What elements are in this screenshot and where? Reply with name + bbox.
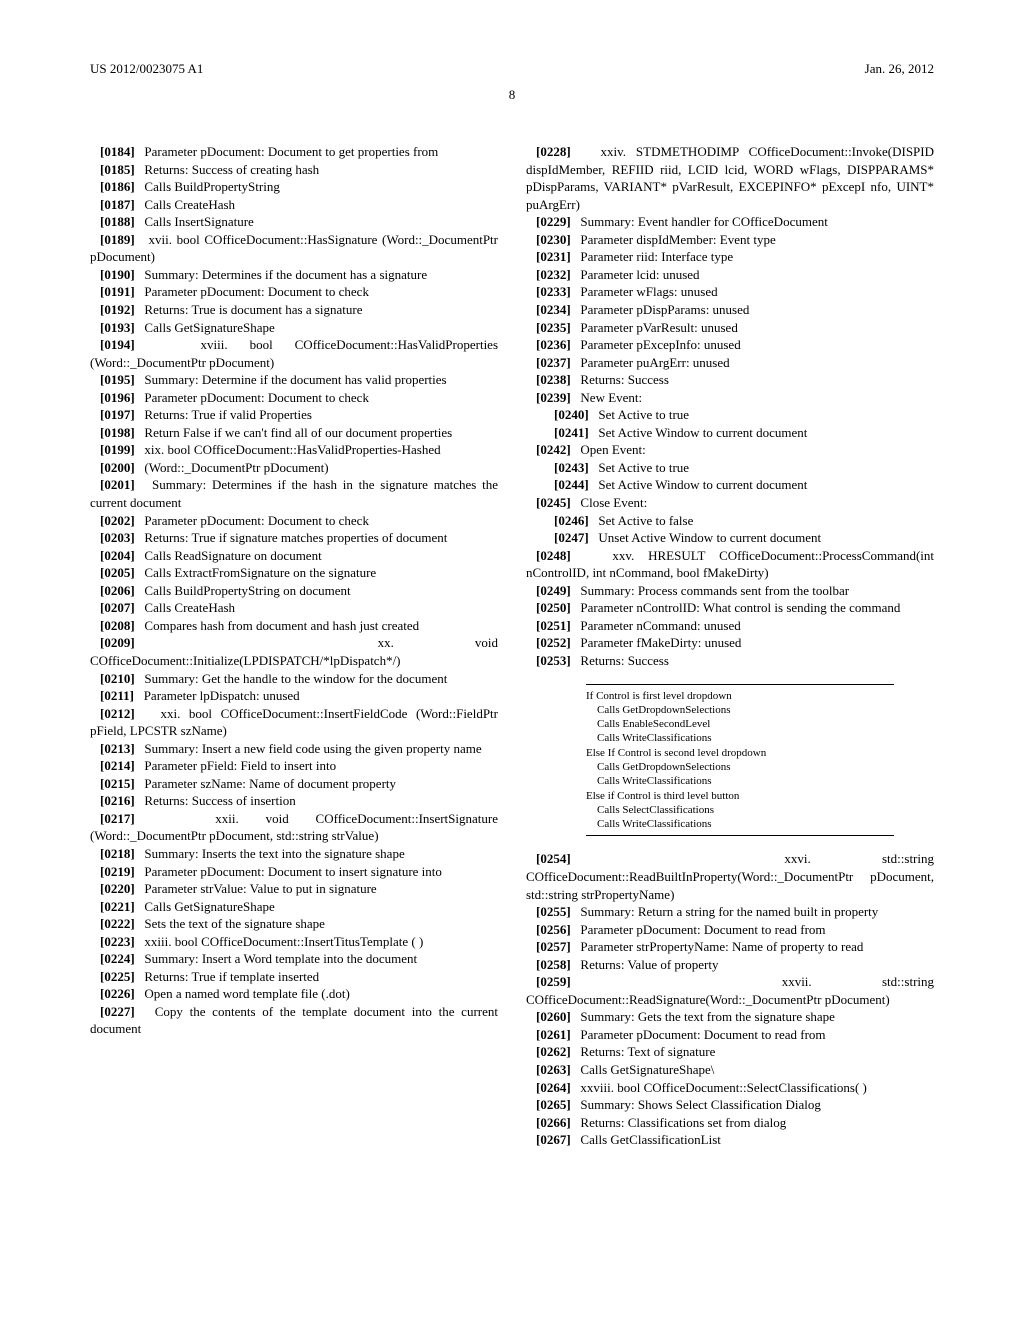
para: [0221] Calls GetSignatureShape: [90, 898, 498, 916]
para: [0247] Unset Active Window to current do…: [544, 529, 934, 547]
para: [0233] Parameter wFlags: unused: [526, 283, 934, 301]
para: [0258] Returns: Value of property: [526, 956, 934, 974]
para: [0223] xxiii. bool COfficeDocument::Inse…: [90, 933, 498, 951]
para: [0260] Summary: Gets the text from the s…: [526, 1008, 934, 1026]
para: [0202] Parameter pDocument: Document to …: [90, 512, 498, 530]
para: [0188] Calls InsertSignature: [90, 213, 498, 231]
para: [0204] Calls ReadSignature on document: [90, 547, 498, 565]
para: [0195] Summary: Determine if the documen…: [90, 371, 498, 389]
para: [0244] Set Active Window to current docu…: [544, 476, 934, 494]
para: [0245] Close Event:: [526, 494, 934, 512]
para: [0184] Parameter pDocument: Document to …: [90, 143, 498, 161]
para: [0257] Parameter strPropertyName: Name o…: [526, 938, 934, 956]
para: [0267] Calls GetClassificationList: [526, 1131, 934, 1149]
para: [0255] Summary: Return a string for the …: [526, 903, 934, 921]
para: [0238] Returns: Success: [526, 371, 934, 389]
para: [0230] Parameter dispIdMember: Event typ…: [526, 231, 934, 249]
page-header: US 2012/0023075 A1 Jan. 26, 2012: [90, 60, 934, 78]
para: [0212] xxi. bool COfficeDocument::Insert…: [90, 705, 498, 740]
publication-number: US 2012/0023075 A1: [90, 60, 203, 78]
para: [0200] (Word::_DocumentPtr pDocument): [90, 459, 498, 477]
para: [0248] xxv. HRESULT COfficeDocument::Pro…: [526, 547, 934, 582]
para: [0234] Parameter pDispParams: unused: [526, 301, 934, 319]
para: [0226] Open a named word template file (…: [90, 985, 498, 1003]
para: [0225] Returns: True if template inserte…: [90, 968, 498, 986]
para: [0231] Parameter riid: Interface type: [526, 248, 934, 266]
para: [0220] Parameter strValue: Value to put …: [90, 880, 498, 898]
para: [0229] Summary: Event handler for COffic…: [526, 213, 934, 231]
para: [0196] Parameter pDocument: Document to …: [90, 389, 498, 407]
page-number: 8: [90, 86, 934, 104]
para: [0252] Parameter fMakeDirty: unused: [526, 634, 934, 652]
para: [0232] Parameter lcid: unused: [526, 266, 934, 284]
para: [0207] Calls CreateHash: [90, 599, 498, 617]
para: [0236] Parameter pExcepInfo: unused: [526, 336, 934, 354]
para: [0237] Parameter puArgErr: unused: [526, 354, 934, 372]
para: [0194] xviii. bool COfficeDocument::HasV…: [90, 336, 498, 371]
para: [0217] xxii. void COfficeDocument::Inser…: [90, 810, 498, 845]
para: [0214] Parameter pField: Field to insert…: [90, 757, 498, 775]
para: [0266] Returns: Classifications set from…: [526, 1114, 934, 1132]
para: [0210] Summary: Get the handle to the wi…: [90, 670, 498, 688]
para: [0218] Summary: Inserts the text into th…: [90, 845, 498, 863]
para: [0206] Calls BuildPropertyString on docu…: [90, 582, 498, 600]
para: [0187] Calls CreateHash: [90, 196, 498, 214]
para: [0249] Summary: Process commands sent fr…: [526, 582, 934, 600]
para: [0242] Open Event:: [526, 441, 934, 459]
para: [0211] Parameter lpDispatch: unused: [90, 687, 498, 705]
para: [0189] xvii. bool COfficeDocument::HasSi…: [90, 231, 498, 266]
para: [0197] Returns: True if valid Properties: [90, 406, 498, 424]
para: [0203] Returns: True if signature matche…: [90, 529, 498, 547]
para: [0241] Set Active Window to current docu…: [544, 424, 934, 442]
para: [0192] Returns: True is document has a s…: [90, 301, 498, 319]
para: [0254] xxvi. std::string COfficeDocument…: [526, 850, 934, 903]
content-columns: [0184] Parameter pDocument: Document to …: [90, 143, 934, 1149]
para: [0209] xx. void COfficeDocument::Initial…: [90, 634, 498, 669]
para: [0219] Parameter pDocument: Document to …: [90, 863, 498, 881]
para: [0251] Parameter nCommand: unused: [526, 617, 934, 635]
para: [0263] Calls GetSignatureShape\: [526, 1061, 934, 1079]
para: [0259] xxvii. std::string COfficeDocumen…: [526, 973, 934, 1008]
pseudocode-block: If Control is first level dropdown Calls…: [586, 684, 894, 837]
right-column: [0228] xxiv. STDMETHODIMP COfficeDocumen…: [526, 143, 934, 1149]
para: [0224] Summary: Insert a Word template i…: [90, 950, 498, 968]
para: [0222] Sets the text of the signature sh…: [90, 915, 498, 933]
para: [0250] Parameter nControlID: What contro…: [526, 599, 934, 617]
para: [0256] Parameter pDocument: Document to …: [526, 921, 934, 939]
para: [0199] xix. bool COfficeDocument::HasVal…: [90, 441, 498, 459]
para: [0185] Returns: Success of creating hash: [90, 161, 498, 179]
para: [0253] Returns: Success: [526, 652, 934, 670]
para: [0215] Parameter szName: Name of documen…: [90, 775, 498, 793]
para: [0246] Set Active to false: [544, 512, 934, 530]
left-column: [0184] Parameter pDocument: Document to …: [90, 143, 498, 1149]
para: [0198] Return False if we can't find all…: [90, 424, 498, 442]
para: [0262] Returns: Text of signature: [526, 1043, 934, 1061]
para: [0190] Summary: Determines if the docume…: [90, 266, 498, 284]
para: [0205] Calls ExtractFromSignature on the…: [90, 564, 498, 582]
para: [0201] Summary: Determines if the hash i…: [90, 476, 498, 511]
para: [0213] Summary: Insert a new field code …: [90, 740, 498, 758]
para: [0265] Summary: Shows Select Classificat…: [526, 1096, 934, 1114]
para: [0228] xxiv. STDMETHODIMP COfficeDocumen…: [526, 143, 934, 213]
para: [0261] Parameter pDocument: Document to …: [526, 1026, 934, 1044]
para: [0240] Set Active to true: [544, 406, 934, 424]
publication-date: Jan. 26, 2012: [865, 60, 934, 78]
para: [0235] Parameter pVarResult: unused: [526, 319, 934, 337]
para: [0239] New Event:: [526, 389, 934, 407]
para: [0208] Compares hash from document and h…: [90, 617, 498, 635]
para: [0193] Calls GetSignatureShape: [90, 319, 498, 337]
para: [0227] Copy the contents of the template…: [90, 1003, 498, 1038]
para: [0264] xxviii. bool COfficeDocument::Sel…: [526, 1079, 934, 1097]
para: [0186] Calls BuildPropertyString: [90, 178, 498, 196]
para: [0216] Returns: Success of insertion: [90, 792, 498, 810]
para: [0243] Set Active to true: [544, 459, 934, 477]
para: [0191] Parameter pDocument: Document to …: [90, 283, 498, 301]
